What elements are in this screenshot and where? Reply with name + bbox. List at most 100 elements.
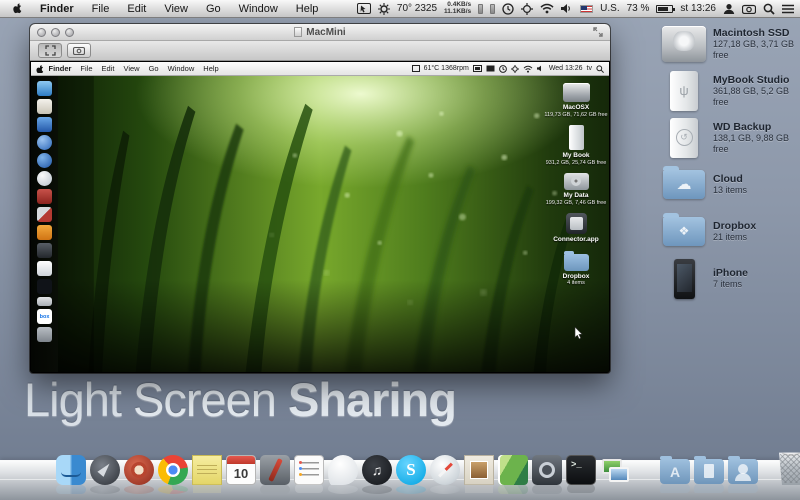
remote-monitor2-icon[interactable] bbox=[486, 65, 495, 72]
dock-preferences-icon[interactable] bbox=[532, 455, 562, 485]
remote-menu-window[interactable]: Window bbox=[163, 64, 199, 73]
volume-icon[interactable] bbox=[561, 3, 573, 14]
remote-menu-go[interactable]: Go bbox=[144, 64, 163, 73]
dock-documents-folder-icon[interactable] bbox=[694, 459, 724, 484]
remote-volume-icon[interactable] bbox=[537, 65, 545, 72]
desktop-icon-cloud[interactable]: ☁ Cloud 13 items bbox=[660, 163, 800, 206]
menu-window[interactable]: Window bbox=[230, 3, 287, 15]
remote-icon-mybook[interactable]: My Book 931,2 GB, 25,74 GB free bbox=[544, 125, 608, 166]
desktop-icon-mybook-studio[interactable]: ψ MyBook Studio 361,88 GB, 5,2 GB free bbox=[660, 69, 800, 112]
resize-icon[interactable] bbox=[593, 27, 603, 37]
minimize-button[interactable] bbox=[51, 28, 60, 37]
remote-menu-file[interactable]: File bbox=[76, 64, 97, 73]
battery-percent[interactable]: 73 % bbox=[627, 3, 650, 14]
input-source-flag-icon[interactable] bbox=[580, 5, 593, 13]
notification-list-icon[interactable] bbox=[782, 4, 794, 14]
remote-icon-connector[interactable]: Connector.app bbox=[544, 213, 608, 244]
desktop-icon-iphone[interactable]: iPhone 7 items bbox=[660, 257, 800, 300]
camera-menu-icon[interactable] bbox=[742, 4, 756, 14]
remote-dock-frontrow-icon[interactable] bbox=[37, 189, 52, 204]
dock-stickies-icon[interactable] bbox=[192, 455, 222, 485]
menu-view[interactable]: View bbox=[155, 3, 197, 15]
device-battery-icon-2[interactable] bbox=[490, 4, 495, 14]
sync-menu-icon[interactable] bbox=[378, 3, 390, 15]
screenshot-button[interactable] bbox=[67, 43, 91, 58]
remote-dock-ipod-icon[interactable] bbox=[37, 261, 52, 276]
remote-dock-ichat-icon[interactable] bbox=[37, 117, 52, 132]
remote-locate-icon[interactable] bbox=[511, 65, 519, 73]
dock-terminal-icon[interactable]: >_ bbox=[566, 455, 596, 485]
remote-dock-mail-icon[interactable] bbox=[37, 99, 52, 114]
dock-launchpad-icon[interactable] bbox=[90, 455, 120, 485]
remote-icon-dropbox[interactable]: Dropbox 4 items bbox=[544, 251, 608, 287]
remote-dock-appstore-icon[interactable] bbox=[37, 153, 52, 168]
remote-user-label[interactable]: tv bbox=[587, 65, 592, 72]
menubar-clock[interactable]: st 13:26 bbox=[680, 3, 716, 14]
input-source-label[interactable]: U.S. bbox=[600, 3, 619, 14]
remote-clock[interactable]: Wed 13:26 bbox=[549, 65, 583, 72]
remote-dock-itunes-icon[interactable] bbox=[37, 135, 52, 150]
remote-menu-finder[interactable]: Finder bbox=[44, 64, 76, 73]
dock-safari-icon[interactable] bbox=[430, 455, 460, 485]
screen-sharing-cursor-icon[interactable] bbox=[357, 3, 371, 14]
remote-menu-help[interactable]: Help bbox=[199, 64, 223, 73]
dock-utility-icon[interactable] bbox=[260, 455, 290, 485]
desktop-icon-dropbox[interactable]: ❖ Dropbox 21 items bbox=[660, 210, 800, 253]
menu-file[interactable]: File bbox=[83, 3, 119, 15]
dock-caffeine-icon[interactable] bbox=[124, 455, 154, 485]
dock-screen-sharing-icon[interactable] bbox=[600, 455, 630, 485]
remote-menu-view[interactable]: View bbox=[119, 64, 144, 73]
battery-icon[interactable] bbox=[656, 5, 673, 13]
apple-menu-icon[interactable] bbox=[6, 2, 31, 15]
remote-screen[interactable]: Finder File Edit View Go Window Help 61°… bbox=[31, 62, 609, 372]
remote-dock-photobooth-icon[interactable] bbox=[37, 207, 52, 222]
proxy-document-icon[interactable] bbox=[294, 27, 302, 37]
menu-finder[interactable]: Finder bbox=[31, 3, 83, 15]
dock-chrome-icon[interactable] bbox=[158, 455, 188, 485]
remote-apple-menu-icon[interactable] bbox=[36, 64, 44, 73]
locate-icon[interactable] bbox=[521, 3, 533, 15]
dock-downloads-folder-icon[interactable] bbox=[728, 459, 758, 484]
remote-dock-camera-icon[interactable] bbox=[37, 243, 52, 258]
remote-icon-macosx[interactable]: MacOSX 119,73 GB, 71,62 GB free bbox=[544, 83, 608, 118]
weather-status[interactable]: 70° 2325 bbox=[397, 3, 437, 14]
desktop-icon-macintosh-ssd[interactable]: Macintosh SSD 127,18 GB, 3,71 GB free bbox=[660, 22, 800, 65]
dock-itunes-icon[interactable]: ♫ bbox=[362, 455, 392, 485]
menu-help[interactable]: Help bbox=[287, 3, 328, 15]
window-titlebar[interactable]: MacMini bbox=[30, 24, 610, 41]
time-machine-icon[interactable] bbox=[502, 3, 514, 15]
dock-reminders-icon[interactable] bbox=[294, 455, 324, 485]
dock-calendar-icon[interactable]: 10 bbox=[226, 455, 256, 485]
remote-dock-finder-icon[interactable] bbox=[37, 81, 52, 96]
remote-dock-box-icon[interactable]: box bbox=[37, 309, 52, 324]
dock-applications-folder-icon[interactable]: A bbox=[660, 459, 690, 484]
dock-messages-icon[interactable] bbox=[328, 455, 358, 485]
close-button[interactable] bbox=[37, 28, 46, 37]
remote-sensor-status[interactable]: 61°C 1368rpm bbox=[424, 65, 469, 72]
remote-display-icon[interactable] bbox=[412, 65, 420, 72]
remote-dock-vlc-icon[interactable] bbox=[37, 225, 52, 240]
dock-finder-icon[interactable] bbox=[56, 455, 86, 485]
device-battery-icon-1[interactable] bbox=[478, 4, 483, 14]
remote-dock-meter-icon[interactable] bbox=[37, 297, 52, 306]
remote-spotlight-icon[interactable] bbox=[596, 65, 604, 73]
scale-mode-button[interactable] bbox=[38, 43, 62, 58]
remote-time-machine-icon[interactable] bbox=[499, 65, 507, 73]
remote-dock-trash-icon[interactable] bbox=[37, 327, 52, 342]
dock-mail-icon[interactable] bbox=[464, 455, 494, 485]
wifi-icon[interactable] bbox=[540, 3, 554, 14]
zoom-button[interactable] bbox=[65, 28, 74, 37]
remote-wifi-icon[interactable] bbox=[523, 65, 533, 73]
remote-icon-mydata[interactable]: My Data 199,32 GB, 7,46 GB free bbox=[544, 173, 608, 206]
dock-skype-icon[interactable]: S bbox=[396, 455, 426, 485]
fast-user-switch-icon[interactable] bbox=[723, 3, 735, 15]
remote-dock-safari-icon[interactable] bbox=[37, 171, 52, 186]
network-speed-status[interactable]: 0.4KB/s 11.1KB/s bbox=[444, 2, 471, 15]
menu-edit[interactable]: Edit bbox=[118, 3, 155, 15]
remote-monitor-icon[interactable] bbox=[473, 65, 482, 72]
remote-dock-activity-icon[interactable] bbox=[37, 279, 52, 294]
remote-menu-edit[interactable]: Edit bbox=[97, 64, 119, 73]
dock-trash-icon[interactable] bbox=[776, 452, 800, 485]
desktop-icon-wd-backup[interactable]: ↺ WD Backup 138,1 GB, 9,88 GB free bbox=[660, 116, 800, 159]
dock-iphoto-icon[interactable] bbox=[498, 455, 528, 485]
